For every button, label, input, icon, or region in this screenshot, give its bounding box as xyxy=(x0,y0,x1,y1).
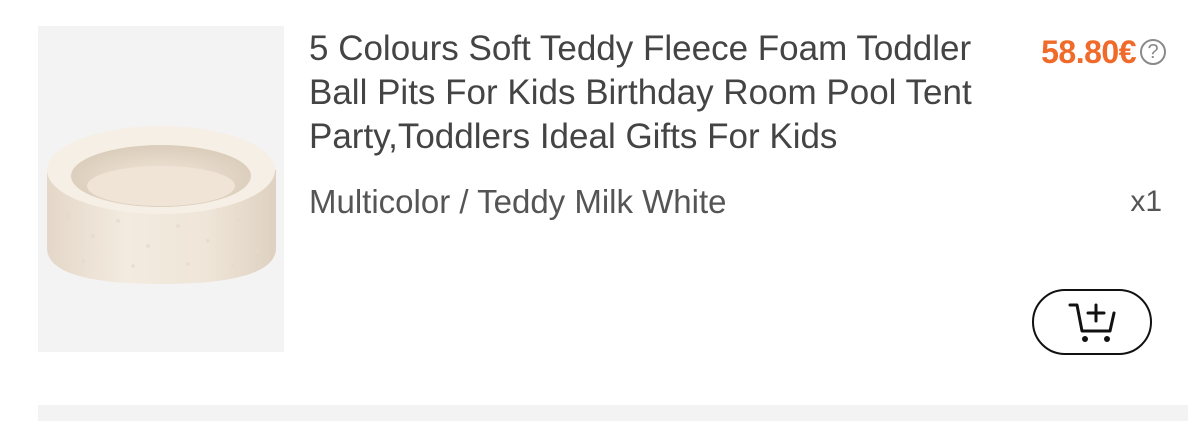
cart-item-card: 5 Colours Soft Teddy Fleece Foam Toddler… xyxy=(0,0,1200,405)
ball-pit-image xyxy=(47,126,276,284)
product-variant[interactable]: Multicolor / Teddy Milk White xyxy=(309,182,727,222)
product-quantity: x1 xyxy=(1130,185,1162,218)
add-to-cart-button[interactable] xyxy=(1032,289,1152,355)
section-divider xyxy=(38,405,1188,421)
product-price: 58.80€ xyxy=(1041,34,1136,70)
cart-plus-icon xyxy=(1068,303,1116,342)
price-block: 58.80€ ? xyxy=(1041,32,1166,72)
product-title[interactable]: 5 Colours Soft Teddy Fleece Foam Toddler… xyxy=(309,27,999,159)
product-thumbnail[interactable] xyxy=(38,26,284,352)
question-circle-icon[interactable]: ? xyxy=(1140,39,1166,65)
